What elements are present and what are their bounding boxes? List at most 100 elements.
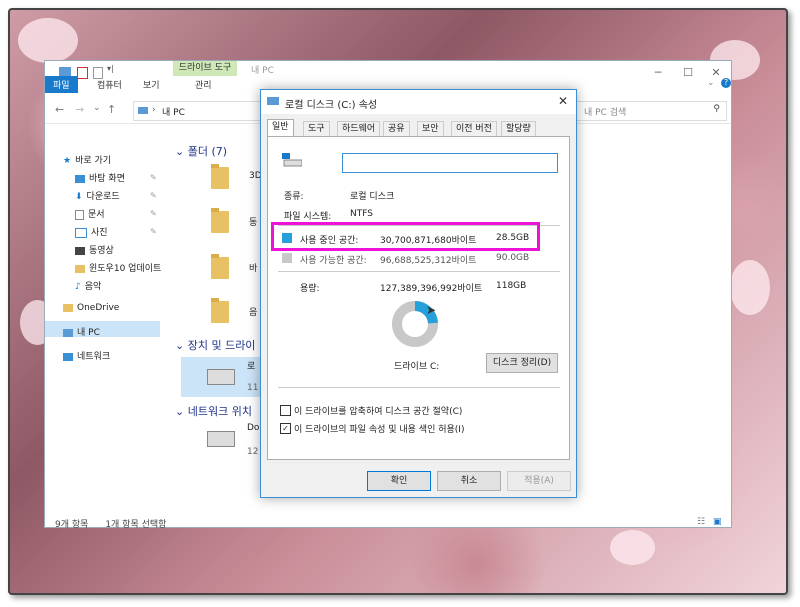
group-header-devices[interactable]: ⌄ 장치 및 드라이 [175, 337, 255, 353]
disk-cleanup-button[interactable]: 디스크 정리(D) [486, 353, 558, 373]
chevron-down-icon: ⌄ [175, 145, 188, 158]
sidebar-item-label: OneDrive [77, 303, 120, 313]
index-checkbox[interactable]: ✓ [280, 423, 291, 434]
tab-tools[interactable]: 도구 [303, 121, 330, 136]
pin-icon[interactable]: ✎ [150, 191, 157, 200]
type-label: 종류: [284, 192, 304, 202]
folder-label[interactable]: 음 [249, 305, 257, 318]
pin-icon[interactable]: ✎ [150, 173, 157, 182]
folder-icon [75, 264, 85, 273]
tab-view[interactable]: 보기 [143, 78, 160, 91]
onedrive-folder-icon [63, 303, 73, 312]
quick-access-dropdown-icon[interactable]: ▾| [107, 64, 119, 74]
compress-option-label[interactable]: 이 드라이브를 압축하여 디스크 공간 절약(C) [294, 404, 462, 417]
folder-icon[interactable] [211, 164, 229, 189]
divider [278, 271, 560, 272]
type-value: 로컬 디스크 [350, 192, 395, 202]
compress-checkbox[interactable] [280, 405, 291, 416]
sidebar-item-network[interactable]: 네트워크 [63, 349, 110, 365]
sidebar-item-documents[interactable]: 문서 [75, 207, 105, 223]
sidebar-item-desktop[interactable]: 바탕 화면 [75, 171, 125, 187]
music-icon: ♪ [75, 281, 81, 292]
sidebar-item-videos[interactable]: 동영상 [75, 243, 114, 259]
tab-general[interactable]: 일반 [267, 119, 294, 137]
ribbon-expand-icon[interactable]: ⌄ [707, 78, 715, 88]
star-icon: ★ [63, 155, 72, 166]
sidebar-item-onedrive[interactable]: OneDrive [63, 303, 119, 319]
sidebar-item-music[interactable]: ♪ 음악 [75, 279, 101, 295]
back-icon[interactable]: ← [55, 103, 64, 116]
search-input[interactable]: 내 PC 검색 ⚲ [575, 101, 727, 121]
document-icon [75, 209, 84, 220]
sidebar-item-label: 사진 [91, 228, 108, 238]
large-icons-view-icon[interactable]: ▣ [713, 517, 722, 527]
tab-manage[interactable]: 관리 [195, 78, 212, 91]
network-drive-label[interactable]: Do [247, 423, 259, 433]
pin-icon[interactable]: ✎ [150, 227, 157, 236]
close-icon[interactable]: ✕ [558, 94, 568, 108]
sidebar-item-quick-access[interactable]: ★ 바로 가기 [63, 153, 111, 169]
tab-hardware[interactable]: 하드웨어 [337, 121, 381, 136]
tab-sharing[interactable]: 공유 [383, 121, 410, 136]
sidebar-item-pictures[interactable]: 사진 [75, 225, 108, 241]
video-icon [75, 246, 85, 255]
divider [278, 387, 560, 388]
annotation-highlight-box [271, 222, 540, 251]
petal-decoration [730, 260, 770, 315]
sidebar-item-label: 네트워크 [77, 352, 111, 362]
petal-decoration [610, 530, 655, 565]
sidebar-item-this-pc[interactable]: 내 PC [63, 325, 100, 341]
sidebar-item-label: 내 PC [77, 328, 100, 338]
desktop-icon [75, 174, 85, 183]
window-title: 내 PC [251, 66, 274, 76]
tab-computer[interactable]: 컴퓨터 [97, 78, 122, 91]
dialog-titlebar: 로컬 디스크 (C:) 속성 ✕ [261, 90, 576, 114]
free-space-label: 사용 가능한 공간: [300, 256, 367, 266]
free-space-size: 90.0GB [496, 253, 530, 263]
up-icon[interactable]: ↑ [107, 103, 116, 116]
tab-quota[interactable]: 할당량 [501, 121, 536, 136]
details-view-icon[interactable]: ☷ [697, 517, 705, 527]
help-icon[interactable]: ? [721, 78, 731, 88]
sidebar-item-downloads[interactable]: ⬇ 다운로드 [75, 189, 120, 205]
network-drive-subtext: 12 [247, 447, 259, 457]
filesystem-value: NTFS [350, 209, 373, 219]
folder-icon[interactable] [211, 298, 229, 323]
status-bar: 9개 항목 1개 항목 선택함 [55, 517, 166, 530]
group-header-folders[interactable]: ⌄ 폴더 (7) [175, 143, 227, 159]
tab-previous-versions[interactable]: 이전 버전 [451, 121, 497, 136]
drive-name-input[interactable] [342, 153, 558, 173]
pc-icon [63, 328, 73, 337]
breadcrumb-this-pc[interactable]: 내 PC [162, 105, 185, 118]
cancel-button[interactable]: 취소 [437, 471, 501, 491]
drive-label: 로 [247, 362, 256, 372]
recent-dropdown-icon[interactable]: ⌄ [93, 103, 101, 113]
free-space-swatch [282, 253, 292, 263]
chevron-down-icon: ⌄ [175, 339, 188, 352]
sidebar-item-win10-update[interactable]: 윈도우10 업데이트 [75, 261, 161, 277]
ok-button[interactable]: 확인 [367, 471, 431, 491]
search-icon[interactable]: ⚲ [713, 104, 720, 114]
folder-label[interactable]: 동 [249, 215, 257, 228]
network-drive-icon[interactable] [207, 431, 235, 447]
apply-button[interactable]: 적용(A) [507, 471, 571, 491]
forward-icon[interactable]: → [75, 103, 84, 116]
filesystem-label: 파일 시스템: [284, 212, 332, 222]
capacity-bytes: 127,389,396,992바이트 [380, 284, 483, 294]
address-input[interactable]: › 내 PC [133, 101, 265, 121]
index-option-label[interactable]: 이 드라이브의 파일 속성 및 내용 색인 허용(I) [294, 422, 464, 435]
sidebar-item-label: 음악 [84, 282, 102, 292]
group-header-network-locations[interactable]: ⌄ 네트워크 위치 [175, 403, 252, 419]
tab-security[interactable]: 보안 [417, 121, 444, 136]
download-icon: ⬇ [75, 191, 83, 202]
navigation-pane: ★ 바로 가기 바탕 화면 ✎ ⬇ 다운로드 ✎ 문서 ✎ 사진 ✎ 동영상 윈도우… [45, 131, 163, 501]
mouse-cursor-icon: ➤ [426, 303, 437, 317]
pin-icon[interactable]: ✎ [150, 209, 157, 218]
folder-label[interactable]: 바 [249, 261, 257, 274]
sidebar-item-label: 바탕 화면 [89, 174, 125, 184]
sidebar-item-label: 바로 가기 [75, 156, 112, 166]
free-space-bytes: 96,688,525,312바이트 [380, 256, 477, 266]
folder-icon[interactable] [211, 208, 229, 233]
tab-file[interactable]: 파일 [45, 76, 78, 93]
folder-icon[interactable] [211, 254, 229, 279]
